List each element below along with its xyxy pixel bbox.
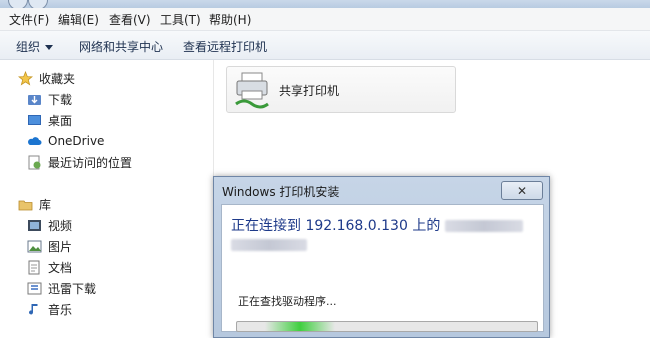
menu-bar: 文件(F) 编辑(E) 查看(V) 工具(T) 帮助(H): [0, 8, 650, 31]
video-icon: [27, 218, 42, 233]
nav-label: 音乐: [48, 302, 73, 317]
tile-label: 共享打印机: [279, 84, 340, 98]
nav-item-favorites[interactable]: 收藏夹: [18, 68, 75, 88]
cloud-icon: [27, 134, 42, 149]
nav-item-desktop[interactable]: 桌面: [27, 110, 72, 130]
menu-tools[interactable]: 工具(T): [160, 11, 201, 28]
organize-label: 组织: [16, 40, 41, 54]
desktop-icon: [27, 113, 42, 128]
music-icon: [27, 302, 42, 317]
picture-icon: [27, 239, 42, 254]
nav-label: 最近访问的位置: [48, 155, 133, 170]
nav-item-music[interactable]: 音乐: [27, 299, 72, 319]
menu-file[interactable]: 文件(F): [9, 11, 49, 28]
nav-item-downloads[interactable]: 下载: [27, 89, 72, 109]
heading-text: 正在连接到 192.168.0.130 上的: [231, 218, 441, 234]
menu-edit[interactable]: 编辑(E): [58, 11, 99, 28]
nav-label: 视频: [48, 218, 73, 233]
status-text: 正在查找驱动程序...: [238, 295, 337, 308]
nav-label: 文档: [48, 260, 73, 275]
close-icon: ✕: [516, 183, 528, 198]
nav-item-pictures[interactable]: 图片: [27, 236, 72, 256]
chevron-down-icon: [45, 45, 54, 50]
organize-button[interactable]: 组织: [16, 38, 54, 55]
download-folder-icon: [27, 92, 42, 107]
nav-item-xunlei[interactable]: 迅雷下载: [27, 278, 96, 298]
progress-bar: [236, 321, 538, 332]
nav-label: OneDrive: [48, 134, 105, 148]
nav-item-documents[interactable]: 文档: [27, 257, 72, 277]
nav-label: 收藏夹: [39, 71, 76, 86]
network-center-button[interactable]: 网络和共享中心: [79, 38, 163, 55]
close-button[interactable]: ✕: [501, 181, 543, 200]
dialog-title: Windows 打印机安装: [222, 185, 340, 199]
recent-places-icon: [27, 155, 42, 170]
printer-icon: [233, 71, 273, 112]
nav-label: 库: [39, 197, 52, 212]
library-icon: [18, 197, 33, 212]
nav-item-videos[interactable]: 视频: [27, 215, 72, 235]
nav-item-libraries[interactable]: 库: [18, 194, 51, 214]
command-bar: 组织 网络和共享中心 查看远程打印机: [0, 31, 650, 60]
nav-label: 下载: [48, 92, 73, 107]
xunlei-folder-icon: [27, 281, 42, 296]
redacted-name: [444, 220, 523, 232]
nav-label: 桌面: [48, 113, 73, 128]
connecting-heading: 正在连接到 192.168.0.130 上的: [231, 215, 523, 235]
menu-view[interactable]: 查看(V): [109, 11, 151, 28]
view-remote-printers-button[interactable]: 查看远程打印机: [183, 38, 267, 55]
progress-fill: [265, 322, 335, 331]
nav-label: 图片: [48, 239, 73, 254]
menu-help[interactable]: 帮助(H): [209, 11, 251, 28]
nav-item-recent[interactable]: 最近访问的位置: [27, 152, 132, 172]
window-top-strip: [0, 0, 650, 10]
star-icon: [18, 70, 33, 86]
redacted-line: [231, 239, 307, 251]
dialog-body: 正在连接到 192.168.0.130 上的 正在查找驱动程序...: [221, 204, 544, 332]
shared-printer-tile[interactable]: 共享打印机: [226, 66, 456, 113]
nav-item-onedrive[interactable]: OneDrive: [27, 131, 104, 151]
document-icon: [27, 260, 42, 275]
nav-label: 迅雷下载: [48, 281, 97, 296]
printer-install-dialog: Windows 打印机安装 ✕ 正在连接到 192.168.0.130 上的 正…: [213, 176, 550, 338]
navigation-pane: 收藏夹 下载 桌面 OneDrive 最近访问的位置 库 视频 图片 文档 迅雷…: [0, 60, 214, 326]
